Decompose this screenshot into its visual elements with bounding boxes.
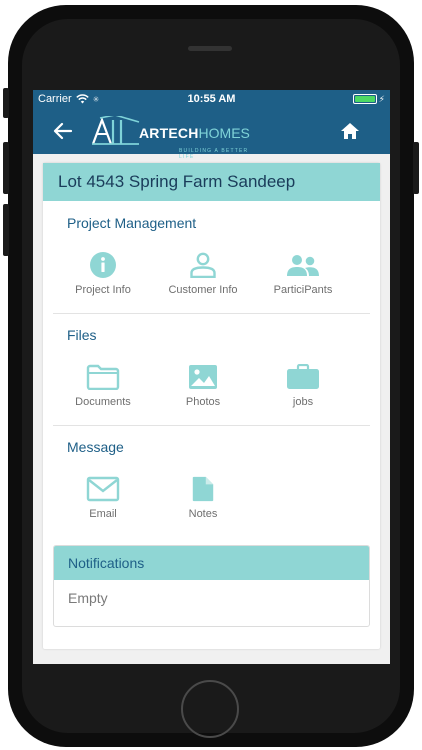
section-title-files: Files xyxy=(67,327,97,343)
image-icon xyxy=(189,365,217,389)
people-icon xyxy=(287,255,319,276)
envelope-icon xyxy=(86,476,120,502)
speaker-grille xyxy=(188,46,232,51)
tile-label: Documents xyxy=(75,396,131,408)
tile-label: Email xyxy=(89,508,117,520)
volume-up-button xyxy=(3,142,9,194)
notifications-panel: Notifications Empty xyxy=(53,545,370,627)
section-divider xyxy=(53,313,370,314)
status-time: 10:55 AM xyxy=(187,93,236,105)
tile-participants[interactable]: ParticiPants xyxy=(253,252,353,296)
document-icon xyxy=(192,476,214,502)
logo-mark-icon xyxy=(91,116,140,145)
tile-label: Customer Info xyxy=(168,284,238,296)
project-card: Lot 4543 Spring Farm Sandeep Project Man… xyxy=(43,163,380,649)
brand-name-bold: ARTECH xyxy=(139,125,199,141)
volume-down-button xyxy=(3,204,9,256)
status-bar: Carrier ✳ 10:55 AM ⚡ xyxy=(33,90,390,108)
tile-jobs[interactable]: jobs xyxy=(253,364,353,408)
section-divider xyxy=(53,425,370,426)
project-title: Lot 4543 Spring Farm Sandeep xyxy=(43,163,380,201)
tile-email[interactable]: Email xyxy=(53,476,153,520)
app-screen: Carrier ✳ 10:55 AM ⚡ ARTECHHOMES BUILDIN… xyxy=(33,90,390,664)
files-row: Documents Photos jobs xyxy=(53,364,370,408)
tile-label: jobs xyxy=(292,396,314,408)
notifications-title: Notifications xyxy=(54,546,369,580)
nav-bar: ARTECHHOMES BUILDING A BETTER LIFE xyxy=(33,108,390,160)
project-management-row: Project Info Customer Info ParticiPants xyxy=(53,252,370,296)
tile-notes[interactable]: Notes xyxy=(153,476,253,520)
brand-tagline: BUILDING A BETTER LIFE xyxy=(179,148,249,160)
person-icon xyxy=(190,252,216,278)
info-icon xyxy=(90,252,116,278)
tile-photos[interactable]: Photos xyxy=(153,364,253,408)
tile-documents[interactable]: Documents xyxy=(53,364,153,408)
tile-label: Project Info xyxy=(75,284,131,296)
brand-name-light: HOMES xyxy=(198,125,250,141)
section-title-message: Message xyxy=(67,439,124,455)
folder-icon xyxy=(86,364,120,390)
home-icon[interactable] xyxy=(340,122,360,140)
battery-icon xyxy=(352,94,377,104)
tile-label: Photos xyxy=(185,396,221,408)
tile-label: ParticiPants xyxy=(273,284,333,296)
tile-customer-info[interactable]: Customer Info xyxy=(153,252,253,296)
tile-project-info[interactable]: Project Info xyxy=(53,252,153,296)
app-logo: ARTECHHOMES BUILDING A BETTER LIFE xyxy=(91,116,250,160)
message-row: Email Notes xyxy=(53,476,370,520)
power-button xyxy=(413,142,419,194)
mute-switch xyxy=(3,88,9,118)
tile-label: Notes xyxy=(188,508,218,520)
briefcase-icon xyxy=(287,364,319,389)
section-title-project-management: Project Management xyxy=(67,215,197,231)
notifications-body: Empty xyxy=(68,590,108,606)
back-arrow-icon[interactable] xyxy=(53,121,73,141)
logo-wordmark: ARTECHHOMES xyxy=(139,126,250,146)
home-button[interactable] xyxy=(181,680,239,738)
